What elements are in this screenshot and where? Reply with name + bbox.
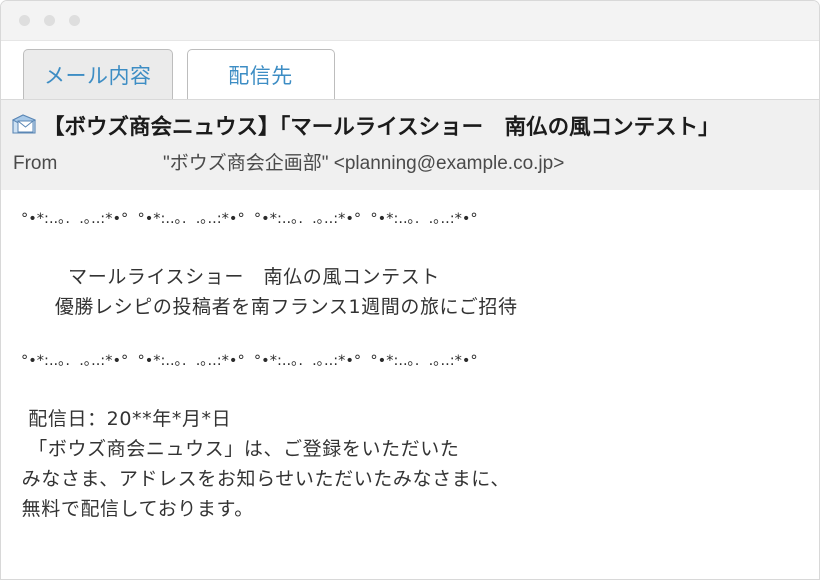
headline-line-2: 優勝レシピの投稿者を南フランス1週間の旅にご招待 — [15, 296, 518, 318]
body-line-3: みなさま、アドレスをお知らせいただいたみなさまに、 — [15, 468, 510, 490]
window-titlebar — [1, 1, 819, 41]
tab-mail-content-label: メール内容 — [44, 64, 152, 88]
subject-row: 【ボウズ商会ニュウス】「マールライスショー 南仏の風コンテスト」 — [1, 106, 819, 144]
tab-mail-content[interactable]: メール内容 — [23, 49, 173, 99]
mail-envelope-icon — [11, 114, 37, 134]
tab-recipients[interactable]: 配信先 — [186, 49, 335, 99]
mail-body: °•*:..｡. .｡..:*•° °•*:..｡. .｡..:*•° °•*:… — [1, 190, 819, 524]
tab-recipients-label: 配信先 — [228, 64, 293, 88]
from-row: From "ボウズ商会企画部" <planning@example.co.jp> — [1, 144, 819, 180]
from-label: From — [13, 153, 58, 174]
tab-bar: メール内容 配信先 — [1, 41, 819, 99]
decorative-divider-top: °•*:..｡. .｡..:*•° °•*:..｡. .｡..:*•° °•*:… — [21, 211, 478, 227]
body-line-4: 無料で配信しております。 — [15, 498, 254, 520]
from-value: "ボウズ商会企画部" <planning@example.co.jp> — [163, 153, 565, 174]
mail-preview-window: メール内容 配信先 【ボウズ商会ニュウス】「マールライスショー 南仏の風コンテス… — [0, 0, 820, 580]
minimize-dot-icon[interactable] — [44, 15, 55, 26]
maximize-dot-icon[interactable] — [69, 15, 80, 26]
body-line-2: 「ボウズ商会ニュウス」は、ご登録をいただいた — [15, 438, 460, 460]
headline-line-1: マールライスショー 南仏の風コンテスト — [15, 266, 440, 288]
close-dot-icon[interactable] — [19, 15, 30, 26]
mail-subject: 【ボウズ商会ニュウス】「マールライスショー 南仏の風コンテスト」 — [43, 114, 720, 139]
mail-header: 【ボウズ商会ニュウス】「マールライスショー 南仏の風コンテスト」 From "ボ… — [1, 99, 819, 190]
window-controls — [19, 15, 80, 26]
body-line-1: 配信日：20**年*月*日 — [15, 408, 232, 430]
decorative-divider-middle: °•*:..｡. .｡..:*•° °•*:..｡. .｡..:*•° °•*:… — [21, 353, 478, 369]
